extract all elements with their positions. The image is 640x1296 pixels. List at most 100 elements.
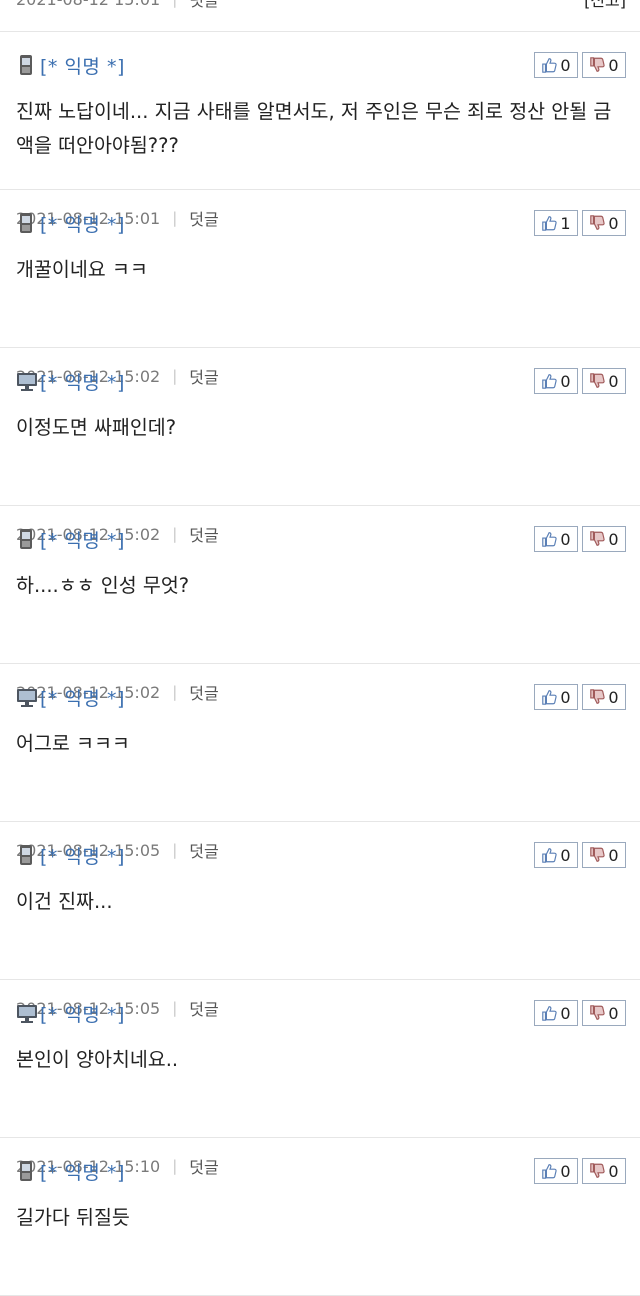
comment-text: 하....ㅎㅎ 인성 무엇?: [16, 574, 190, 597]
vote-group: 0 0: [534, 684, 626, 710]
like-count: 0: [560, 1003, 571, 1023]
author-name[interactable]: [* 익명 *]: [40, 52, 125, 79]
author-name[interactable]: [* 익명 *]: [40, 526, 125, 553]
dislike-button[interactable]: 0: [582, 684, 626, 710]
comment-text: 본인이 양아치네요..: [16, 1048, 179, 1071]
comment-timestamp: 2021-08-12 15:01: [16, 0, 160, 9]
comment-header: [* 익명 *] 0 0: [16, 998, 626, 1028]
dislike-count: 0: [608, 529, 619, 549]
mobile-phone-icon: [16, 844, 36, 866]
like-count: 0: [560, 371, 571, 391]
dislike-button[interactable]: 0: [582, 1000, 626, 1026]
meta-separator: |: [172, 0, 177, 8]
thumbs-up-icon: [542, 1164, 558, 1179]
comment-header: [* 익명 *] 1 0: [16, 208, 626, 238]
author-name[interactable]: [* 익명 *]: [40, 1158, 125, 1185]
mobile-phone-icon: [16, 1160, 36, 1182]
comment-text: 이건 진짜...: [16, 890, 113, 913]
thumbs-up-icon: [542, 216, 558, 231]
mobile-phone-icon: [16, 54, 36, 76]
comment-meta: 2021-08-12 15:01 | 덧글 [신고]: [16, 0, 626, 10]
thumbs-up-icon: [542, 374, 558, 389]
reply-link[interactable]: 덧글: [189, 0, 218, 11]
thumbs-up-icon: [542, 58, 558, 73]
dislike-button[interactable]: 0: [582, 52, 626, 78]
thumbs-down-icon: [590, 57, 606, 72]
author-name[interactable]: [* 익명 *]: [40, 368, 125, 395]
comment-header: [* 익명 *] 0 0: [16, 682, 626, 712]
comment-item: [* 익명 *] 0 0 이정도면 싸패인데? 2021-08-12 15:02: [0, 348, 640, 545]
like-button[interactable]: 0: [534, 684, 578, 710]
vote-group: 0 0: [534, 842, 626, 868]
comment-item: [* 익명 *] 1 0 개꿀이네요 ㅋㅋ 2021-08-12 15:02 |…: [0, 190, 640, 387]
author-name[interactable]: [* 익명 *]: [40, 842, 125, 869]
comment-item: [* 익명 *] 0 0 길가다 뒤질듯: [0, 1138, 640, 1296]
comment-item: [* 익명 *] 0 0 진짜 노답이네... 지금 사태를 알면서도, 저 주…: [0, 32, 640, 229]
comment-text: 이정도면 싸패인데?: [16, 416, 177, 439]
comment-header: [* 익명 *] 0 0: [16, 1156, 626, 1186]
dislike-count: 0: [608, 1003, 619, 1023]
like-count: 1: [560, 213, 571, 233]
dislike-count: 0: [608, 371, 619, 391]
dislike-count: 0: [608, 55, 619, 75]
mobile-phone-icon: [16, 528, 36, 550]
comment-header: [* 익명 *] 0 0: [16, 840, 626, 870]
dislike-button[interactable]: 0: [582, 526, 626, 552]
vote-group: 0 0: [534, 526, 626, 552]
thumbs-down-icon: [590, 373, 606, 388]
dislike-count: 0: [608, 1161, 619, 1181]
thumbs-down-icon: [590, 531, 606, 546]
dislike-button[interactable]: 0: [582, 368, 626, 394]
desktop-monitor-icon: [16, 686, 37, 708]
comment-item: [* 익명 *] 0 0 본인이 양아치네요.. 2021-08-12 15:1: [0, 980, 640, 1177]
like-button[interactable]: 0: [534, 842, 578, 868]
dislike-count: 0: [608, 213, 619, 233]
dislike-button[interactable]: 0: [582, 842, 626, 868]
like-button[interactable]: 0: [534, 52, 578, 78]
comment-item: [* 익명 *] 0 0 어그로 ㅋㅋㅋ 2021-08-12 15:05 | …: [0, 664, 640, 861]
vote-group: 0 0: [534, 1158, 626, 1184]
like-button[interactable]: 0: [534, 1000, 578, 1026]
mobile-phone-icon: [16, 212, 36, 234]
previous-comment-footer: 2021-08-12 15:01 | 덧글 [신고]: [0, 0, 640, 32]
thumbs-up-icon: [542, 1006, 558, 1021]
desktop-monitor-icon: [16, 1002, 37, 1024]
report-link[interactable]: [신고]: [584, 0, 626, 11]
thumbs-down-icon: [590, 1005, 606, 1020]
comment-header: [* 익명 *] 0 0: [16, 50, 626, 80]
comment-header: [* 익명 *] 0 0: [16, 366, 626, 396]
comment-text: 길가다 뒤질듯: [16, 1206, 130, 1229]
thumbs-down-icon: [590, 1163, 606, 1178]
thumbs-down-icon: [590, 215, 606, 230]
author-name[interactable]: [* 익명 *]: [40, 1000, 125, 1027]
thumbs-up-icon: [542, 532, 558, 547]
dislike-count: 0: [608, 845, 619, 865]
like-count: 0: [560, 55, 571, 75]
desktop-monitor-icon: [16, 370, 37, 392]
vote-group: 0 0: [534, 1000, 626, 1026]
comment-item: [* 익명 *] 0 0 이건 진짜... 2021-08-12 15:05 |…: [0, 822, 640, 1019]
comment-header: [* 익명 *] 0 0: [16, 524, 626, 554]
vote-group: 1 0: [534, 210, 626, 236]
thumbs-down-icon: [590, 847, 606, 862]
like-count: 0: [560, 1161, 571, 1181]
like-button[interactable]: 0: [534, 368, 578, 394]
author-name[interactable]: [* 익명 *]: [40, 210, 125, 237]
comment-text: 진짜 노답이네... 지금 사태를 알면서도, 저 주인은 무슨 죄로 정산 안…: [16, 100, 612, 157]
like-button[interactable]: 0: [534, 526, 578, 552]
thumbs-up-icon: [542, 690, 558, 705]
comment-text: 어그로 ㅋㅋㅋ: [16, 732, 130, 755]
comment-item: [* 익명 *] 0 0 하....ㅎㅎ 인성 무엇? 2021-08-12 1: [0, 506, 640, 703]
author-name[interactable]: [* 익명 *]: [40, 684, 125, 711]
comment-text: 개꿀이네요 ㅋㅋ: [16, 258, 148, 281]
thumbs-down-icon: [590, 689, 606, 704]
dislike-button[interactable]: 0: [582, 210, 626, 236]
like-count: 0: [560, 529, 571, 549]
vote-group: 0 0: [534, 368, 626, 394]
thumbs-up-icon: [542, 848, 558, 863]
dislike-button[interactable]: 0: [582, 1158, 626, 1184]
like-button[interactable]: 1: [534, 210, 578, 236]
like-count: 0: [560, 845, 571, 865]
vote-group: 0 0: [534, 52, 626, 78]
like-button[interactable]: 0: [534, 1158, 578, 1184]
